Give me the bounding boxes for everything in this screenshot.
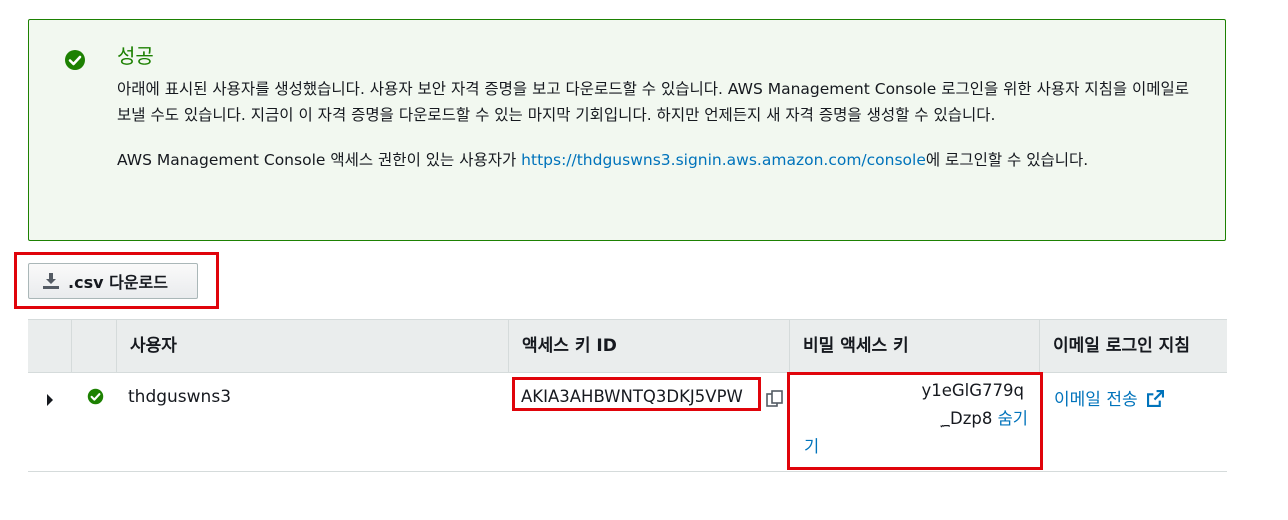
table-header: 사용자 액세스 키 ID 비밀 액세스 키 이메일 로그인 지침 <box>28 319 1227 373</box>
expand-column-header <box>28 320 71 372</box>
success-alert: 성공 아래에 표시된 사용자를 생성했습니다. 사용자 보안 자격 증명을 보고… <box>28 19 1226 241</box>
row-user-name: thdguswns3 <box>128 387 232 407</box>
alert-console-suffix: 에 로그인할 수 있습니다. <box>925 151 1089 169</box>
csv-download-label: .csv 다운로드 <box>68 273 168 292</box>
alert-body: 아래에 표시된 사용자를 생성했습니다. 사용자 보안 자격 증명을 보고 다운… <box>117 76 1197 173</box>
column-header-secret-key[interactable]: 비밀 액세스 키 <box>789 320 1039 372</box>
alert-message: 아래에 표시된 사용자를 생성했습니다. 사용자 보안 자격 증명을 보고 다운… <box>117 80 1190 124</box>
alert-console-prefix: AWS Management Console 액세스 권한이 있는 사용자가 <box>117 151 522 169</box>
row-success-icon <box>87 388 104 410</box>
download-icon <box>43 273 59 289</box>
alert-console-info: AWS Management Console 액세스 권한이 있는 사용자가 h… <box>117 147 1197 173</box>
column-header-access-key-id[interactable]: 액세스 키 ID <box>508 320 789 372</box>
column-header-email-instructions[interactable]: 이메일 로그인 지침 <box>1039 320 1227 372</box>
console-url-link[interactable]: https://thdguswns3.signin.aws.amazon.com… <box>521 151 926 169</box>
access-key-highlight <box>512 377 761 411</box>
column-header-user[interactable]: 사용자 <box>116 320 508 372</box>
copy-icon[interactable] <box>765 389 785 414</box>
secret-key-highlight <box>787 372 1043 470</box>
external-link-icon <box>1147 390 1165 407</box>
status-column-header <box>71 320 116 372</box>
email-send-label: 이메일 전송 <box>1054 390 1138 410</box>
success-check-icon <box>64 49 86 71</box>
expand-row-icon[interactable] <box>46 391 54 411</box>
csv-download-button[interactable]: .csv 다운로드 <box>28 263 198 299</box>
email-send-link[interactable]: 이메일 전송 <box>1054 385 1165 410</box>
alert-title: 성공 <box>117 44 154 68</box>
